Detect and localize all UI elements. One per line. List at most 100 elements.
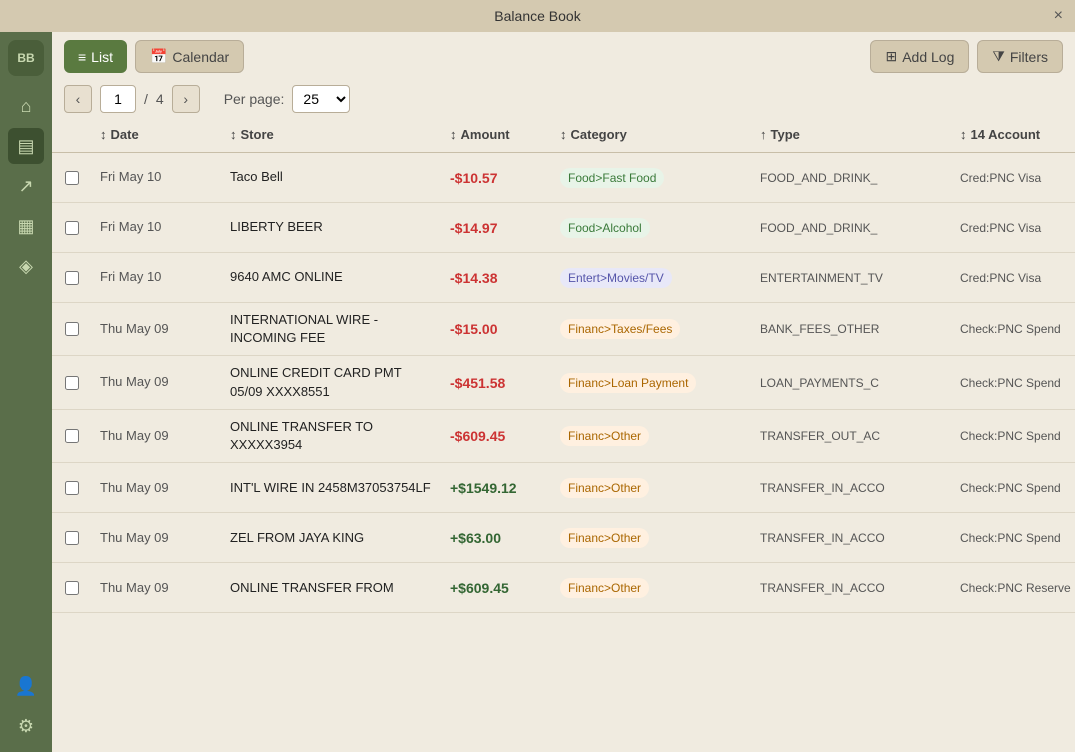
category-sort-icon: ↕ [560, 127, 567, 142]
app-title: Balance Book [494, 8, 580, 24]
row-account-6: Check:PNC Spend [952, 473, 1075, 503]
table-row[interactable]: Thu May 09 INT'L WIRE IN 2458M37053754LF… [52, 463, 1075, 513]
table-row[interactable]: Fri May 10 9640 AMC ONLINE -$14.38 Enter… [52, 253, 1075, 303]
sidebar-item-home[interactable]: ⌂ [8, 88, 44, 124]
row-category-1: Food>Alcohol [552, 210, 752, 246]
table-row[interactable]: Thu May 09 ONLINE TRANSFER TO XXXXX3954 … [52, 410, 1075, 463]
row-account-4: Check:PNC Spend [952, 368, 1075, 398]
per-page-select[interactable]: 10 25 50 100 [292, 85, 350, 113]
calendar-button[interactable]: 📅 Calendar [135, 40, 244, 73]
row-date-1: Fri May 10 [92, 210, 222, 244]
col-header-store[interactable]: ↕ Store [222, 121, 442, 148]
row-amount-1: -$14.97 [442, 212, 552, 244]
table-row[interactable]: Thu May 09 ONLINE TRANSFER FROM +$609.45… [52, 563, 1075, 613]
row-amount-0: -$10.57 [442, 162, 552, 194]
row-category-8: Financ>Other [552, 570, 752, 606]
date-sort-icon: ↕ [100, 127, 107, 142]
row-date-6: Thu May 09 [92, 471, 222, 505]
list-button[interactable]: ≡ List [64, 40, 127, 73]
sidebar-item-settings[interactable]: ⚙ [8, 708, 44, 744]
row-amount-8: +$609.45 [442, 572, 552, 604]
row-store-6: INT'L WIRE IN 2458M37053754LF [222, 471, 442, 505]
pagination-bar: ‹ 1 / 4 › Per page: 10 25 50 100 [52, 81, 1075, 121]
close-button[interactable]: × [1054, 7, 1063, 25]
row-store-8: ONLINE TRANSFER FROM [222, 571, 442, 605]
row-amount-7: +$63.00 [442, 522, 552, 554]
row-amount-2: -$14.38 [442, 262, 552, 294]
row-checkbox-0[interactable] [52, 163, 92, 193]
filters-button[interactable]: ⧩ Filters [977, 40, 1063, 73]
sidebar-item-user[interactable]: 👤 [8, 668, 44, 704]
row-type-2: ENTERTAINMENT_TV [752, 263, 952, 293]
row-date-2: Fri May 10 [92, 260, 222, 294]
row-date-7: Thu May 09 [92, 521, 222, 555]
prev-page-button[interactable]: ‹ [64, 85, 92, 113]
category-badge-2: Entert>Movies/TV [560, 268, 672, 288]
row-date-8: Thu May 09 [92, 571, 222, 605]
category-badge-3: Financ>Taxes/Fees [560, 319, 680, 339]
row-checkbox-6[interactable] [52, 473, 92, 503]
sidebar-item-book[interactable]: ▤ [8, 128, 44, 164]
category-badge-7: Financ>Other [560, 528, 649, 548]
row-amount-6: +$1549.12 [442, 472, 552, 504]
row-category-6: Financ>Other [552, 470, 752, 506]
page-total: 4 [156, 91, 164, 107]
list-icon: ≡ [78, 49, 86, 65]
col-header-type[interactable]: ↑ Type [752, 121, 952, 148]
row-date-0: Fri May 10 [92, 160, 222, 194]
category-badge-0: Food>Fast Food [560, 168, 664, 188]
row-checkbox-2[interactable] [52, 263, 92, 293]
row-account-1: Cred:PNC Visa [952, 213, 1075, 243]
row-type-6: TRANSFER_IN_ACCO [752, 473, 952, 503]
col-header-checkbox [52, 121, 92, 148]
table-row[interactable]: Thu May 09 INTERNATIONAL WIRE - INCOMING… [52, 303, 1075, 356]
col-header-amount[interactable]: ↕ Amount [442, 121, 552, 148]
col-header-category[interactable]: ↕ Category [552, 121, 752, 148]
row-type-8: TRANSFER_IN_ACCO [752, 573, 952, 603]
row-date-5: Thu May 09 [92, 419, 222, 453]
table-row[interactable]: Fri May 10 LIBERTY BEER -$14.97 Food>Alc… [52, 203, 1075, 253]
row-checkbox-1[interactable] [52, 213, 92, 243]
account-sort-icon: ↕ [960, 127, 967, 142]
row-type-5: TRANSFER_OUT_AC [752, 421, 952, 451]
sidebar-item-calendar[interactable]: ▦ [8, 208, 44, 244]
row-account-2: Cred:PNC Visa [952, 263, 1075, 293]
page-separator: / [144, 91, 148, 107]
sidebar-item-chart[interactable]: ↗ [8, 168, 44, 204]
row-checkbox-8[interactable] [52, 573, 92, 603]
calendar-icon: 📅 [150, 48, 167, 65]
sidebar-item-tag[interactable]: ◈ [8, 248, 44, 284]
row-checkbox-4[interactable] [52, 368, 92, 398]
col-header-date[interactable]: ↕ Date [92, 121, 222, 148]
toolbar-left: ≡ List 📅 Calendar [64, 40, 244, 73]
category-badge-4: Financ>Loan Payment [560, 373, 696, 393]
row-checkbox-7[interactable] [52, 523, 92, 553]
table-row[interactable]: Fri May 10 Taco Bell -$10.57 Food>Fast F… [52, 153, 1075, 203]
next-page-button[interactable]: › [172, 85, 200, 113]
table-row[interactable]: Thu May 09 ZEL FROM JAYA KING +$63.00 Fi… [52, 513, 1075, 563]
type-sort-icon: ↑ [760, 127, 767, 142]
row-date-4: Thu May 09 [92, 365, 222, 399]
row-category-0: Food>Fast Food [552, 160, 752, 196]
row-category-7: Financ>Other [552, 520, 752, 556]
content-area: ≡ List 📅 Calendar ⊞ Add Log ⧩ Filters [52, 32, 1075, 752]
row-account-5: Check:PNC Spend [952, 421, 1075, 451]
row-account-8: Check:PNC Reserve [952, 573, 1075, 603]
filters-icon: ⧩ [992, 48, 1005, 65]
row-checkbox-5[interactable] [52, 421, 92, 451]
table-row[interactable]: Thu May 09 ONLINE CREDIT CARD PMT 05/09 … [52, 356, 1075, 409]
row-store-3: INTERNATIONAL WIRE - INCOMING FEE [222, 303, 442, 355]
toolbar: ≡ List 📅 Calendar ⊞ Add Log ⧩ Filters [52, 32, 1075, 81]
store-sort-icon: ↕ [230, 127, 237, 142]
page-input[interactable]: 1 [100, 85, 136, 113]
toolbar-right: ⊞ Add Log ⧩ Filters [870, 40, 1063, 73]
row-account-3: Check:PNC Spend [952, 314, 1075, 344]
add-log-button[interactable]: ⊞ Add Log [870, 40, 969, 73]
row-store-4: ONLINE CREDIT CARD PMT 05/09 XXXX8551 [222, 356, 442, 408]
table-body: Fri May 10 Taco Bell -$10.57 Food>Fast F… [52, 153, 1075, 752]
row-store-1: LIBERTY BEER [222, 210, 442, 244]
row-checkbox-3[interactable] [52, 314, 92, 344]
row-type-0: FOOD_AND_DRINK_ [752, 163, 952, 193]
row-account-7: Check:PNC Spend [952, 523, 1075, 553]
col-header-account[interactable]: ↕ 14 Account [952, 121, 1075, 148]
